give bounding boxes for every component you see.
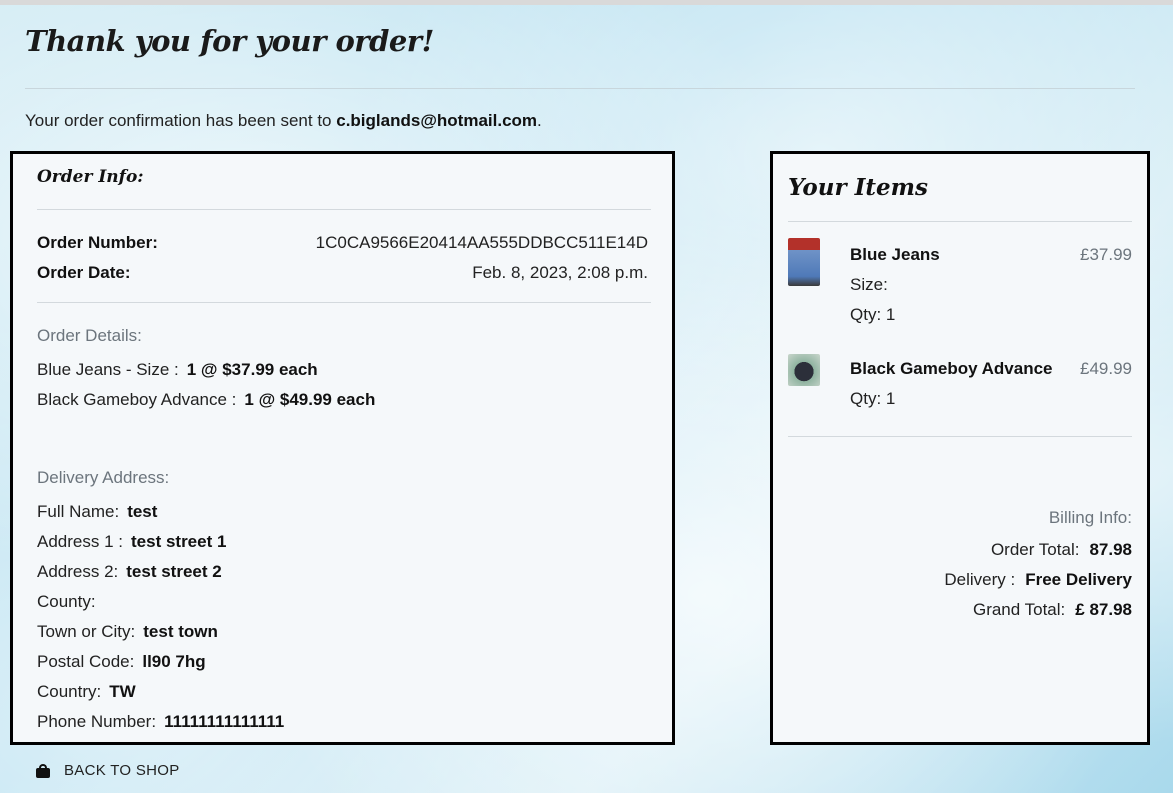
order-meta-divider bbox=[37, 302, 651, 303]
item-qty: Qty: 1 bbox=[850, 305, 896, 324]
address-row-county: County: bbox=[37, 592, 104, 612]
address-label: Phone Number: bbox=[37, 712, 157, 731]
address-value: 11111111111111 bbox=[164, 712, 285, 731]
delivery-value: Free Delivery bbox=[1025, 570, 1132, 589]
order-detail-value: 1 @ $49.99 each bbox=[244, 390, 376, 409]
address-value: ll90 7hg bbox=[142, 652, 206, 671]
back-to-shop-label: BACK TO SHOP bbox=[64, 762, 180, 779]
address-label: Address 2: bbox=[37, 562, 119, 581]
shopping-bag-icon bbox=[36, 763, 50, 778]
delivery-row: Delivery : Free Delivery bbox=[944, 570, 1132, 590]
address-value: test street 2 bbox=[126, 562, 222, 581]
grand-total-row: Grand Total: £ 87.98 bbox=[973, 600, 1132, 620]
address-label: Postal Code: bbox=[37, 652, 135, 671]
order-info-divider bbox=[37, 209, 651, 210]
item-price: £49.99 bbox=[1080, 359, 1132, 378]
address-row-phone: Phone Number: 11111111111111 bbox=[37, 712, 284, 732]
billing-info-heading: Billing Info: bbox=[1048, 508, 1132, 527]
delivery-label: Delivery : bbox=[944, 570, 1016, 589]
page-title: Thank you for your order! bbox=[25, 24, 434, 58]
order-detail-label: Black Gameboy Advance : bbox=[37, 390, 237, 409]
item-name[interactable]: Black Gameboy Advance bbox=[850, 359, 1053, 379]
address-row-town: Town or City: test town bbox=[37, 622, 218, 642]
address-value: TW bbox=[109, 682, 136, 701]
address-row-address-2: Address 2: test street 2 bbox=[37, 562, 222, 582]
confirmation-message: Your order confirmation has been sent to… bbox=[25, 111, 542, 131]
item-size: Size: bbox=[850, 275, 888, 294]
address-value: test bbox=[127, 502, 158, 521]
address-row-postal-code: Postal Code: ll90 7hg bbox=[37, 652, 206, 672]
address-label: County: bbox=[37, 592, 96, 611]
confirmation-email: c.biglands@hotmail.com bbox=[336, 111, 538, 130]
order-detail-row: Black Gameboy Advance : 1 @ $49.99 each bbox=[37, 390, 375, 410]
delivery-address-heading: Delivery Address: bbox=[37, 468, 170, 487]
order-details-heading: Order Details: bbox=[37, 326, 142, 345]
address-row-full-name: Full Name: test bbox=[37, 502, 157, 522]
item-qty: Qty: 1 bbox=[850, 389, 896, 408]
billing-divider bbox=[788, 436, 1132, 437]
order-total-value: 87.98 bbox=[1089, 540, 1132, 559]
order-detail-value: 1 @ $37.99 each bbox=[186, 360, 318, 379]
order-date-label: Order Date: bbox=[37, 263, 131, 282]
gameboy-thumbnail[interactable] bbox=[788, 354, 820, 386]
order-total-label: Order Total: bbox=[990, 540, 1080, 559]
item-name[interactable]: Blue Jeans bbox=[850, 245, 940, 265]
order-number-value: 1C0CA9566E20414AA555DDBCC511E14D bbox=[315, 233, 648, 252]
address-row-country: Country: TW bbox=[37, 682, 136, 702]
order-number-label: Order Number: bbox=[37, 233, 158, 252]
address-label: Town or City: bbox=[37, 622, 136, 641]
jeans-thumbnail[interactable] bbox=[788, 238, 820, 286]
item-price: £37.99 bbox=[1080, 245, 1132, 264]
address-value: test street 1 bbox=[131, 532, 227, 551]
grand-total-value: £ 87.98 bbox=[1075, 600, 1132, 619]
order-detail-label: Blue Jeans - Size : bbox=[37, 360, 179, 379]
items-divider bbox=[788, 221, 1132, 222]
your-items-heading: Your Items bbox=[788, 174, 928, 201]
top-bar bbox=[0, 0, 1173, 5]
order-total-row: Order Total: 87.98 bbox=[991, 540, 1132, 560]
order-info-heading: Order Info: bbox=[37, 167, 144, 187]
address-row-address-1: Address 1 : test street 1 bbox=[37, 532, 226, 552]
grand-total-label: Grand Total: bbox=[972, 600, 1066, 619]
address-label: Full Name: bbox=[37, 502, 120, 521]
address-value: test town bbox=[143, 622, 218, 641]
order-date-value: Feb. 8, 2023, 2:08 p.m. bbox=[472, 263, 648, 282]
your-items-panel: Your Items Blue Jeans £37.99 Size: Qty: … bbox=[770, 151, 1150, 745]
order-info-panel: Order Info: Order Number: 1C0CA9566E2041… bbox=[10, 151, 675, 745]
title-divider bbox=[25, 88, 1135, 89]
back-to-shop-button[interactable]: BACK TO SHOP bbox=[36, 762, 180, 779]
address-label: Country: bbox=[37, 682, 102, 701]
order-detail-row: Blue Jeans - Size : 1 @ $37.99 each bbox=[37, 360, 318, 380]
confirmation-suffix: . bbox=[537, 111, 542, 130]
address-label: Address 1 : bbox=[37, 532, 123, 551]
confirmation-prefix: Your order confirmation has been sent to bbox=[25, 111, 332, 130]
